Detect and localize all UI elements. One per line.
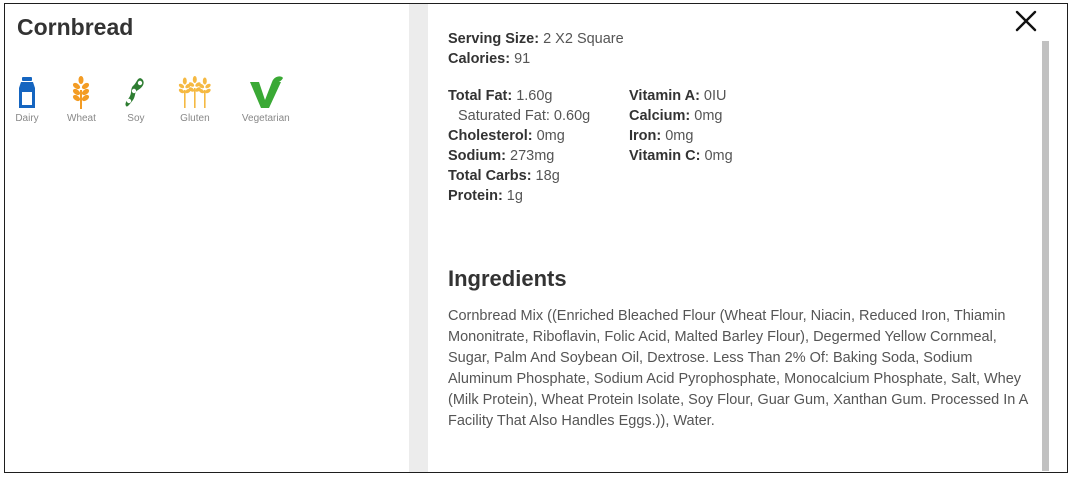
nutrient-label: Total Fat: bbox=[448, 88, 513, 104]
calories-value: 91 bbox=[510, 51, 531, 67]
nutrient-row: Total Carbs: 18g bbox=[448, 166, 629, 186]
nutrient-value: 0mg bbox=[700, 148, 733, 164]
soybean-icon bbox=[125, 78, 144, 107]
allergen-wheat: Wheat bbox=[67, 76, 96, 124]
nutrition-details-pane: Serving Size: 2 X2 Square Calories: 91 T… bbox=[428, 4, 1053, 472]
nutrient-column-1: Total Fat: 1.60g Saturated Fat: 0.60g Ch… bbox=[448, 86, 629, 206]
allergen-label: Soy bbox=[127, 113, 145, 124]
nutrient-label: Cholesterol: bbox=[448, 128, 533, 144]
allergen-label: Gluten bbox=[180, 113, 210, 124]
allergen-label: Dairy bbox=[15, 113, 39, 124]
nutrient-row: Calcium: 0mg bbox=[629, 106, 829, 126]
nutrient-table: Total Fat: 1.60g Saturated Fat: 0.60g Ch… bbox=[448, 86, 829, 206]
ingredients-text: Cornbread Mix ((Enriched Bleached Flour … bbox=[448, 308, 1028, 429]
nutrient-row: Cholesterol: 0mg bbox=[448, 126, 629, 146]
nutrient-value: 18g bbox=[531, 168, 560, 184]
close-button[interactable] bbox=[1013, 8, 1039, 34]
nutrition-modal: Cornbread Dairy Wheat Soy Gluten Vegetar… bbox=[4, 3, 1068, 473]
nutrient-row: Total Fat: 1.60g bbox=[448, 86, 629, 106]
allergen-dairy: Dairy bbox=[15, 76, 39, 124]
nutrient-label: Total Carbs: bbox=[448, 168, 532, 184]
nutrient-value: 0mg bbox=[532, 128, 565, 144]
ingredients-heading: Ingredients bbox=[448, 266, 567, 291]
milk-bottle-icon bbox=[19, 77, 35, 108]
serving-size-row: Serving Size: 2 X2 Square bbox=[448, 29, 624, 49]
nutrient-value: 0IU bbox=[699, 88, 727, 104]
allergen-soy: Soy bbox=[124, 76, 148, 124]
nutrient-label: Iron: bbox=[629, 128, 662, 144]
allergen-label: Wheat bbox=[67, 113, 96, 124]
nutrient-label: Vitamin C: bbox=[629, 148, 701, 164]
nutrient-row: Vitamin C: 0mg bbox=[629, 146, 829, 166]
nutrient-value: 273mg bbox=[506, 148, 555, 164]
allergen-label: Vegetarian bbox=[241, 113, 290, 124]
nutrient-label: Protein: bbox=[448, 188, 503, 204]
nutrient-row: Saturated Fat: 0.60g bbox=[448, 106, 629, 126]
nutrient-row: Iron: 0mg bbox=[629, 126, 829, 146]
nutrient-row: Sodium: 273mg bbox=[448, 146, 629, 166]
item-summary-pane: Cornbread Dairy Wheat Soy Gluten Vegetar… bbox=[5, 4, 409, 472]
nutrient-value: 0mg bbox=[661, 128, 694, 144]
calories-row: Calories: 91 bbox=[448, 49, 624, 69]
allergen-gluten: Gluten bbox=[176, 76, 214, 124]
nutrient-row: Protein: 1g bbox=[448, 186, 629, 206]
nutrient-column-2: Vitamin A: 0IU Calcium: 0mg Iron: 0mg Vi… bbox=[629, 86, 829, 206]
scrollbar-thumb[interactable] bbox=[1042, 41, 1049, 471]
allergen-vegetarian: Vegetarian bbox=[242, 76, 290, 124]
vegetarian-v-icon bbox=[249, 76, 283, 108]
nutrient-value: 0mg bbox=[690, 108, 723, 124]
scrollbar[interactable] bbox=[1037, 4, 1053, 472]
nutrient-label: Vitamin A: bbox=[629, 88, 700, 104]
calories-label: Calories: bbox=[448, 51, 511, 67]
grain-stalks-icon bbox=[178, 76, 211, 108]
serving-info: Serving Size: 2 X2 Square Calories: 91 bbox=[448, 29, 624, 69]
item-title: Cornbread bbox=[17, 14, 134, 40]
nutrient-value: Saturated Fat: 0.60g bbox=[458, 108, 591, 124]
allergen-icons: Dairy Wheat Soy Gluten Vegetarian bbox=[15, 76, 318, 124]
nutrient-label: Calcium: bbox=[629, 108, 691, 124]
nutrient-value: 1g bbox=[502, 188, 523, 204]
serving-size-value: 2 X2 Square bbox=[539, 31, 624, 47]
nutrient-row: Vitamin A: 0IU bbox=[629, 86, 829, 106]
serving-size-label: Serving Size: bbox=[448, 31, 540, 47]
pane-divider bbox=[409, 4, 428, 472]
wheat-icon bbox=[73, 76, 90, 109]
nutrient-value: 1.60g bbox=[512, 88, 553, 104]
nutrient-label: Sodium: bbox=[448, 148, 506, 164]
close-icon[interactable] bbox=[1013, 8, 1039, 34]
